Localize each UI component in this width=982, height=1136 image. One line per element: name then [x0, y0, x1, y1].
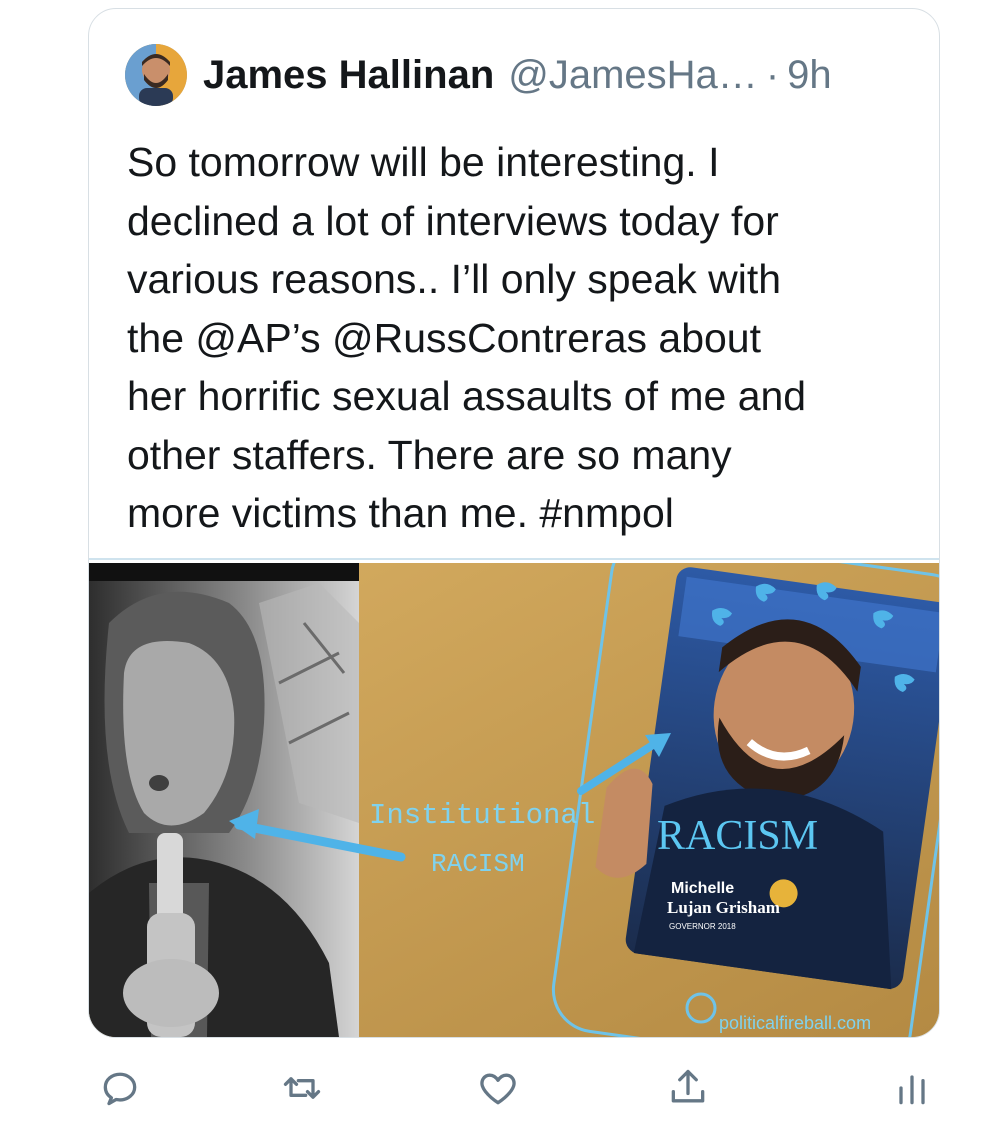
overlay-right-text: RACISM	[657, 813, 818, 859]
author-name[interactable]: James Hallinan	[203, 53, 494, 98]
tweet-text: So tomorrow will be interesting. I decli…	[127, 139, 807, 536]
reply-icon	[103, 1072, 137, 1106]
author-avatar[interactable]	[125, 44, 187, 106]
reply-button[interactable]	[96, 1064, 144, 1112]
author-handle[interactable]: @JamesHa…	[508, 53, 758, 98]
retweet-button[interactable]	[278, 1064, 326, 1112]
shirt-line2: Lujan Grisham	[667, 898, 780, 917]
divider	[89, 558, 939, 560]
tweet-actions	[0, 1050, 982, 1120]
overlay-left-line1: Institutional	[369, 799, 595, 832]
left-photo-panel	[89, 563, 359, 1037]
analytics-button[interactable]	[888, 1064, 936, 1112]
watermark: politicalfireball.com	[719, 1013, 871, 1033]
shirt-line1: Michelle	[671, 880, 734, 897]
meta-separator: ·	[765, 52, 780, 97]
like-button[interactable]	[474, 1064, 522, 1112]
tweet-timestamp[interactable]: 9h	[787, 53, 832, 98]
tweet-card[interactable]: James Hallinan @JamesHa… · 9h So tomorro…	[88, 8, 940, 1038]
share-button[interactable]	[664, 1064, 712, 1112]
analytics-icon	[899, 1075, 925, 1105]
heart-icon	[480, 1073, 516, 1105]
retweet-icon	[283, 1077, 321, 1099]
media-illustration: Institutional RACISM RACISM Michelle Luj…	[89, 563, 939, 1037]
tweet-media-image[interactable]: Institutional RACISM RACISM Michelle Luj…	[89, 563, 939, 1037]
shirt-line3: GOVERNOR 2018	[669, 922, 736, 931]
share-icon	[671, 1069, 705, 1103]
overlay-left-line2: RACISM	[431, 849, 525, 879]
tweet-header: James Hallinan @JamesHa… · 9h	[125, 43, 919, 107]
